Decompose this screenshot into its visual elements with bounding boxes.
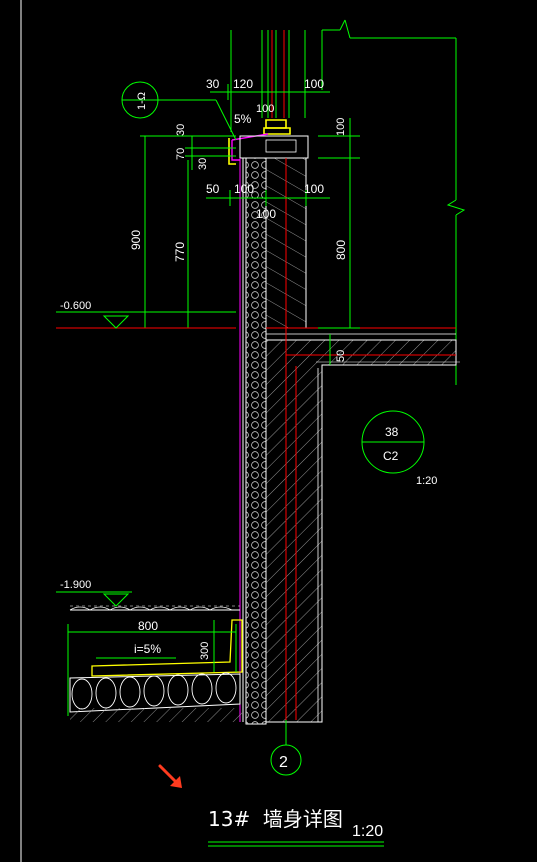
dim-footing-300: 300	[199, 642, 211, 660]
dim-v-30-b: 30	[197, 158, 209, 170]
sill-block	[239, 135, 309, 159]
elevation-marker-lower	[102, 593, 130, 607]
dim-v-50-slab: 50	[335, 350, 347, 362]
dim-v-770: 770	[173, 242, 187, 262]
drawing-scale: 1:20	[352, 823, 383, 840]
cursor-arrow-icon	[158, 764, 182, 788]
dim-v-800-right: 800	[334, 240, 348, 260]
dim-row-50: 50	[206, 182, 220, 196]
detail-callout-label: 1-Ω	[136, 92, 148, 110]
elevation-marker-upper	[102, 315, 130, 329]
sill-waterproof	[231, 133, 269, 161]
dim-footing-slope: i=5%	[134, 642, 161, 656]
dim-v-30-a: 30	[175, 124, 187, 136]
dim-top-100-right: 100	[304, 77, 324, 91]
dim-v-900: 900	[129, 230, 143, 250]
wall-insulation	[245, 157, 267, 725]
dim-right-100-top: 100	[335, 118, 347, 136]
section-sheet: C2	[383, 449, 399, 463]
axis-number: 2	[279, 754, 288, 771]
sill-flashing	[228, 119, 291, 165]
dim-row-100-left: 100	[234, 182, 254, 196]
dim-row-100-bottom: 100	[256, 207, 276, 221]
elevation-upper: -0.600	[60, 300, 91, 312]
section-scale: 1:20	[416, 475, 437, 487]
dim-slope: 5%	[234, 112, 252, 126]
dim-top-120: 120	[233, 77, 253, 91]
elevation-lower: -1.900	[60, 579, 91, 591]
dim-v-70: 70	[175, 148, 187, 160]
dim-top-100-mid: 100	[256, 103, 274, 115]
drawing-title: 13# 墙身详图	[208, 807, 343, 831]
section-number: 38	[385, 425, 399, 439]
concrete-slab-and-wall	[265, 339, 457, 723]
dim-row-100-right: 100	[304, 182, 324, 196]
wall-section-drawing: 30 120 100 100 5% 30 70 30 100 50 100 10…	[20, 0, 466, 862]
dim-footing-800: 800	[138, 619, 158, 633]
dim-top-30: 30	[206, 77, 220, 91]
